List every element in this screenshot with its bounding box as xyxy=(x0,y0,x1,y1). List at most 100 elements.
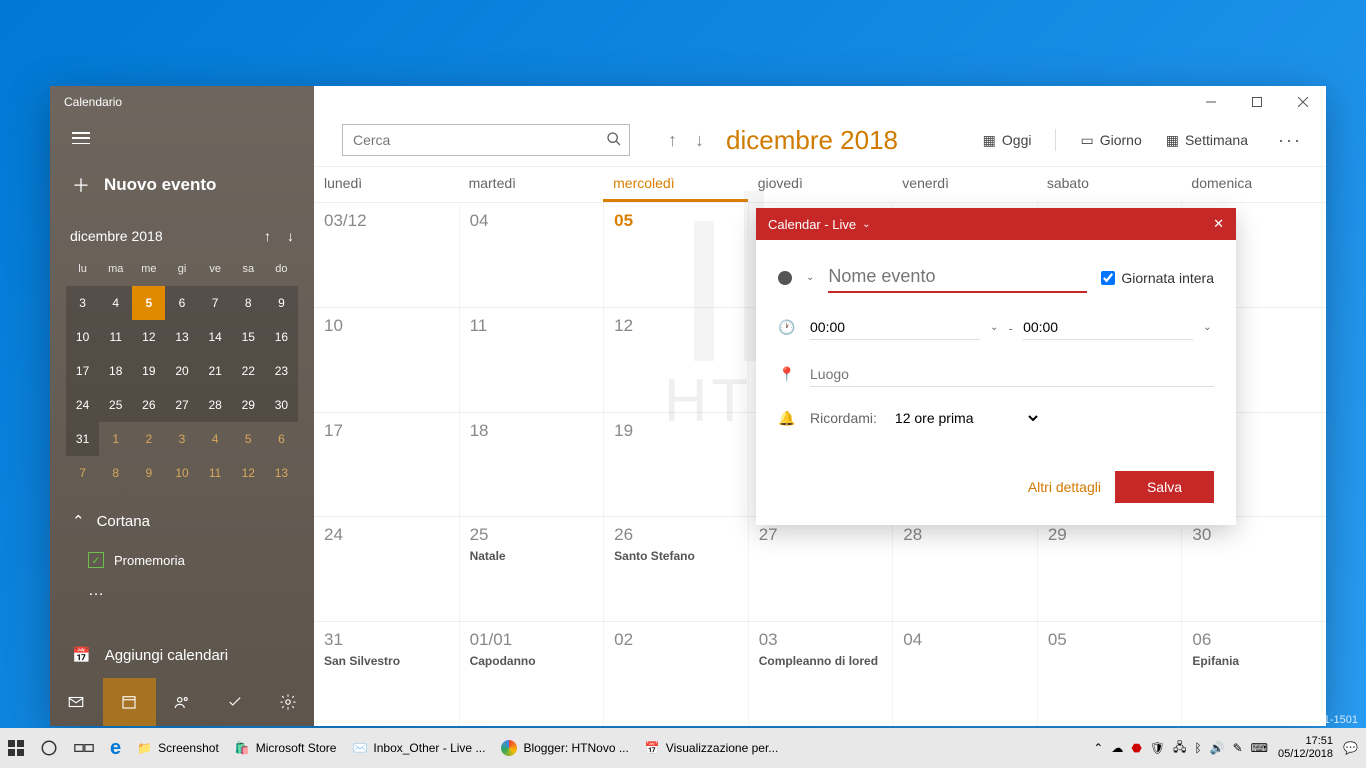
mini-day-cell[interactable]: 3 xyxy=(165,422,198,456)
mini-day-cell[interactable]: 3 xyxy=(66,286,99,320)
event-name-input[interactable] xyxy=(828,262,1087,293)
location-input[interactable] xyxy=(810,362,1214,387)
volume-icon[interactable]: 🔊 xyxy=(1210,741,1225,755)
day-view-button[interactable]: ▭ Giorno xyxy=(1080,132,1141,149)
mini-day-cell[interactable]: 12 xyxy=(232,456,265,490)
tray-icon[interactable]: ⬣ xyxy=(1131,741,1141,755)
mini-day-cell[interactable]: 21 xyxy=(199,354,232,388)
end-time-input[interactable] xyxy=(1023,315,1193,340)
mini-day-cell[interactable]: 27 xyxy=(165,388,198,422)
more-details-link[interactable]: Altri dettagli xyxy=(1028,479,1101,495)
calendar-cell[interactable]: 19 xyxy=(603,413,748,517)
mini-day-cell[interactable]: 12 xyxy=(132,320,165,354)
calendar-cell[interactable]: 18 xyxy=(459,413,604,517)
calendar-cell[interactable]: 01/01Capodanno xyxy=(459,622,604,726)
cell-event[interactable]: Epifania xyxy=(1192,654,1316,668)
week-view-button[interactable]: ▦ Settimana xyxy=(1166,132,1248,149)
calendar-cell[interactable]: 05 xyxy=(603,203,748,307)
mini-day-cell[interactable]: 8 xyxy=(232,286,265,320)
taskbar-app[interactable]: 🛍️Microsoft Store xyxy=(227,728,345,768)
calendar-cell[interactable]: 29 xyxy=(1037,517,1182,621)
mini-day-cell[interactable]: 5 xyxy=(232,422,265,456)
popup-close-button[interactable]: ✕ xyxy=(1213,216,1224,232)
edge-button[interactable]: e xyxy=(102,728,129,768)
mini-day-cell[interactable]: 23 xyxy=(265,354,298,388)
popup-header[interactable]: Calendar - Live ⌄ ✕ xyxy=(756,208,1236,240)
mini-prev-button[interactable]: ↑ xyxy=(264,228,271,244)
mini-day-cell[interactable]: 30 xyxy=(265,388,298,422)
cell-event[interactable]: Natale xyxy=(470,549,594,563)
search-icon[interactable] xyxy=(606,131,622,152)
save-button[interactable]: Salva xyxy=(1115,471,1214,503)
network-icon[interactable]: 🖧 xyxy=(1173,738,1186,759)
tray-icon[interactable]: ⌃ xyxy=(1093,741,1103,755)
allday-checkbox[interactable]: Giornata intera xyxy=(1101,270,1214,286)
mini-day-cell[interactable]: 10 xyxy=(66,320,99,354)
add-calendars-button[interactable]: 📅 Aggiungi calendari xyxy=(50,632,314,678)
calendar-cell[interactable]: 12 xyxy=(603,308,748,412)
calendar-cell[interactable]: 04 xyxy=(459,203,604,307)
mini-day-cell[interactable]: 6 xyxy=(165,286,198,320)
close-button[interactable] xyxy=(1280,86,1326,118)
chevron-down-icon[interactable]: ⌄ xyxy=(806,272,814,283)
maximize-button[interactable] xyxy=(1234,86,1280,118)
onedrive-icon[interactable]: ☁ xyxy=(1111,741,1123,755)
calendar-cell[interactable]: 24 xyxy=(314,517,459,621)
calendar-cell[interactable]: 17 xyxy=(314,413,459,517)
mini-day-cell[interactable]: 19 xyxy=(132,354,165,388)
minimize-button[interactable] xyxy=(1188,86,1234,118)
calendar-cell[interactable]: 25Natale xyxy=(459,517,604,621)
cell-event[interactable]: Capodanno xyxy=(470,654,594,668)
new-event-button[interactable]: ＋ Nuovo evento xyxy=(50,158,314,212)
cell-event[interactable]: San Silvestro xyxy=(324,654,449,668)
next-month-button[interactable]: ↓ xyxy=(695,130,704,151)
today-button[interactable]: ▦ Oggi xyxy=(983,132,1032,149)
cell-event[interactable]: Compleanno di lored xyxy=(759,654,883,668)
mini-day-cell[interactable]: 5 xyxy=(132,286,165,320)
mini-day-cell[interactable]: 31 xyxy=(66,422,99,456)
taskbar-app[interactable]: ✉️Inbox_Other - Live ... xyxy=(344,728,493,768)
more-button[interactable]: ··· xyxy=(1272,130,1308,151)
calendar-cell[interactable]: 03/12 xyxy=(314,203,459,307)
taskview-button[interactable] xyxy=(66,728,102,768)
reminder-item[interactable]: ✓ Promemoria xyxy=(50,544,314,576)
checkbox-icon[interactable]: ✓ xyxy=(88,552,104,568)
mini-day-cell[interactable]: 20 xyxy=(165,354,198,388)
mini-day-cell[interactable]: 16 xyxy=(265,320,298,354)
calendar-cell[interactable]: 26Santo Stefano xyxy=(603,517,748,621)
mini-day-cell[interactable]: 28 xyxy=(199,388,232,422)
search-input[interactable] xyxy=(342,124,630,156)
calendar-cell[interactable]: 04 xyxy=(892,622,1037,726)
calendar-cell[interactable]: 05 xyxy=(1037,622,1182,726)
people-button[interactable] xyxy=(156,678,209,726)
todo-button[interactable] xyxy=(208,678,261,726)
bluetooth-icon[interactable]: ᛒ xyxy=(1194,741,1201,755)
mini-day-cell[interactable]: 29 xyxy=(232,388,265,422)
calendar-cell[interactable]: 03Compleanno di lored xyxy=(748,622,893,726)
cell-event[interactable]: Santo Stefano xyxy=(614,549,738,563)
mini-day-cell[interactable]: 25 xyxy=(99,388,132,422)
start-button[interactable] xyxy=(0,728,32,768)
cortana-button[interactable] xyxy=(32,728,66,768)
calendar-cell[interactable]: 11 xyxy=(459,308,604,412)
mini-day-cell[interactable]: 17 xyxy=(66,354,99,388)
prev-month-button[interactable]: ↑ xyxy=(668,130,677,151)
mini-day-cell[interactable]: 13 xyxy=(265,456,298,490)
settings-button[interactable] xyxy=(261,678,314,726)
start-time-input[interactable] xyxy=(810,315,980,340)
calendar-color-dot[interactable] xyxy=(778,271,792,285)
mini-day-cell[interactable]: 15 xyxy=(232,320,265,354)
taskbar-app[interactable]: Blogger: HTNovo ... xyxy=(493,728,636,768)
mini-day-cell[interactable]: 7 xyxy=(66,456,99,490)
defender-icon[interactable]: 🛡 xyxy=(1150,741,1165,755)
taskbar-clock[interactable]: 17:51 05/12/2018 xyxy=(1278,735,1333,761)
mini-day-cell[interactable]: 8 xyxy=(99,456,132,490)
taskbar-app[interactable]: 📅Visualizzazione per... xyxy=(637,728,786,768)
cortana-section[interactable]: ⌃ Cortana xyxy=(50,498,314,544)
calendar-cell[interactable]: 02 xyxy=(603,622,748,726)
keyboard-icon[interactable]: ⌨ xyxy=(1251,741,1268,755)
mini-day-cell[interactable]: 14 xyxy=(199,320,232,354)
taskbar-app[interactable]: 📁Screenshot xyxy=(129,728,227,768)
calendar-cell[interactable]: 30 xyxy=(1181,517,1326,621)
mini-day-cell[interactable]: 10 xyxy=(165,456,198,490)
